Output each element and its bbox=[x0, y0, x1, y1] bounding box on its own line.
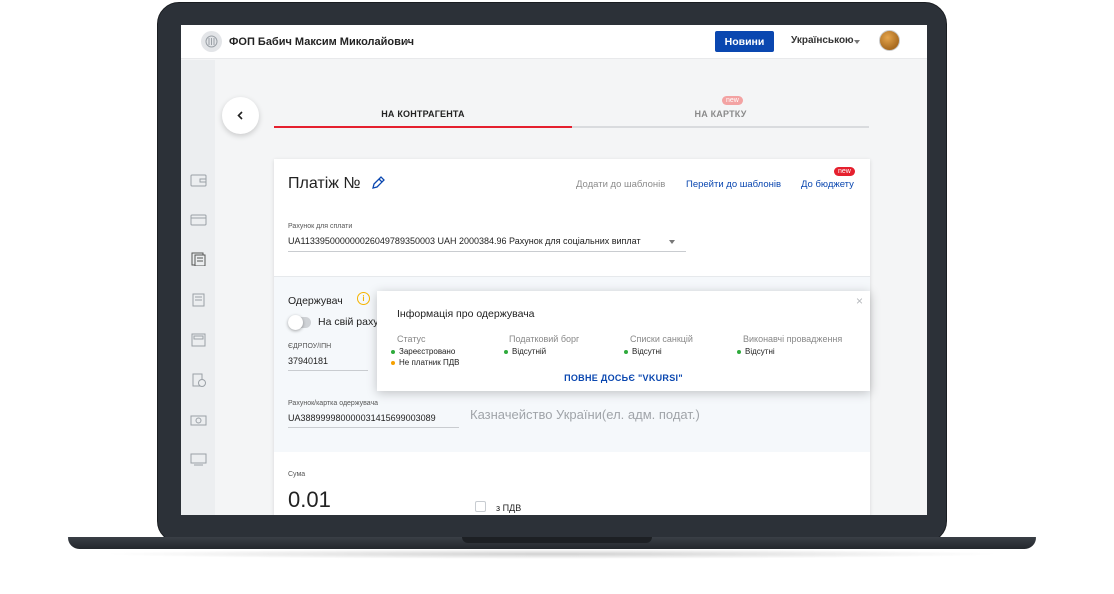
company-selector[interactable]: ФОП Бабич Максим Миколайович bbox=[229, 36, 414, 48]
chevron-left-icon bbox=[237, 111, 243, 120]
recipient-account-underline bbox=[288, 427, 459, 428]
left-rail bbox=[181, 60, 215, 515]
full-dossier-link[interactable]: ПОВНЕ ДОСЬЄ "VKURSI" bbox=[377, 373, 870, 383]
recipient-account-label: Рахунок/картка одержувача bbox=[288, 400, 378, 407]
new-badge: new bbox=[834, 167, 855, 176]
tax-debt-item: Відсутній bbox=[504, 347, 546, 356]
status-title: Статус bbox=[397, 334, 426, 344]
new-badge: new bbox=[722, 96, 743, 105]
avatar[interactable] bbox=[879, 30, 900, 51]
recipient-title: Одержувач bbox=[288, 295, 343, 307]
tab-counterparty[interactable]: НА КОНТРАГЕНТА bbox=[274, 100, 572, 128]
invoice-icon[interactable] bbox=[190, 373, 207, 387]
laptop-notch bbox=[462, 537, 652, 543]
to-budget-link[interactable]: До бюджету bbox=[801, 179, 854, 190]
sanctions-item: Відсутні bbox=[624, 347, 662, 356]
documents-icon[interactable] bbox=[190, 252, 207, 266]
wallet-icon[interactable] bbox=[190, 173, 207, 187]
green-dot-icon bbox=[624, 349, 628, 354]
amount-label: Сума bbox=[288, 471, 306, 478]
status-item: Зареєстровано bbox=[391, 347, 455, 356]
toggle-knob bbox=[288, 315, 303, 330]
orange-dot-icon bbox=[391, 360, 395, 365]
card-icon[interactable] bbox=[190, 213, 207, 227]
account-underline bbox=[288, 251, 686, 252]
company-logo-icon[interactable] bbox=[201, 31, 222, 52]
vat-label: з ПДВ bbox=[496, 503, 522, 513]
pencil-icon[interactable] bbox=[370, 175, 386, 191]
recipient-account-input[interactable]: UA388999980000031415699003089 bbox=[288, 413, 436, 423]
sanctions-title: Списки санкцій bbox=[630, 334, 693, 344]
account-select[interactable]: UA113395000000026049789350003 UAH 200038… bbox=[288, 236, 641, 246]
language-selector[interactable]: Українською bbox=[791, 35, 854, 46]
page-title: Платіж № bbox=[288, 175, 361, 192]
popup-title: Інформація про одержувача bbox=[397, 308, 535, 320]
green-dot-icon bbox=[504, 349, 508, 354]
vat-checkbox[interactable] bbox=[475, 501, 486, 512]
tab-card[interactable]: НА КАРТКУ bbox=[572, 100, 869, 128]
top-bar: ФОП Бабич Максим Миколайович Новини Укра… bbox=[181, 25, 927, 59]
status-item: Не платник ПДВ bbox=[391, 358, 460, 367]
own-account-toggle[interactable] bbox=[288, 315, 311, 330]
chevron-down-icon[interactable] bbox=[854, 40, 860, 44]
tax-debt-title: Податковий борг bbox=[509, 334, 580, 344]
chevron-down-icon[interactable] bbox=[404, 40, 410, 44]
terminal-icon[interactable] bbox=[190, 453, 207, 467]
laptop-shadow bbox=[100, 549, 1004, 559]
amount-input[interactable]: 0.01 bbox=[288, 487, 331, 513]
recipient-info-popup: Інформація про одержувача × Статус Зареє… bbox=[377, 291, 870, 391]
close-icon[interactable]: × bbox=[856, 294, 863, 308]
statement-icon[interactable] bbox=[190, 293, 207, 307]
edrpou-input[interactable]: 37940181 bbox=[288, 356, 328, 366]
edrpou-label: ЄДРПОУ/ІПН bbox=[288, 343, 332, 350]
cash-icon[interactable] bbox=[190, 413, 207, 427]
add-to-templates-link[interactable]: Додати до шаблонів bbox=[576, 179, 665, 190]
calculator-icon[interactable] bbox=[190, 333, 207, 347]
app-screen: ФОП Бабич Максим Миколайович Новини Укра… bbox=[181, 25, 927, 515]
chevron-down-icon[interactable] bbox=[669, 240, 675, 244]
go-to-templates-link[interactable]: Перейти до шаблонів bbox=[686, 179, 781, 190]
account-label: Рахунок для сплати bbox=[288, 223, 353, 230]
enforcement-title: Виконавчі провадження bbox=[743, 334, 843, 344]
back-button[interactable] bbox=[222, 97, 259, 134]
green-dot-icon bbox=[737, 349, 741, 354]
edrpou-underline bbox=[288, 370, 368, 371]
own-account-label: На свій рахун bbox=[318, 316, 385, 328]
recipient-name: Казначейство України(ел. адм. подат.) bbox=[470, 407, 700, 422]
info-icon[interactable]: i bbox=[357, 292, 370, 305]
enforcement-item: Відсутні bbox=[737, 347, 775, 356]
news-button[interactable]: Новини bbox=[715, 31, 774, 52]
green-dot-icon bbox=[391, 349, 395, 354]
